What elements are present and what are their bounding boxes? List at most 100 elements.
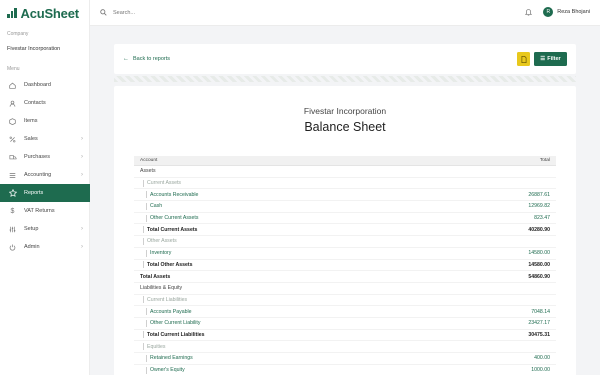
table-row[interactable]: Owner's Equity 1000.00 <box>134 365 556 375</box>
company-name[interactable]: Fivestar Incorporation <box>7 46 60 52</box>
app-logo[interactable]: AcuSheet <box>0 0 89 26</box>
indent-marker <box>143 226 144 234</box>
indent-marker <box>146 202 147 210</box>
sidebar-item-admin[interactable]: Admin › <box>0 238 90 256</box>
sidebar-item-reports[interactable]: Reports <box>0 184 90 202</box>
table-body: Assets Current Assets Accounts Receivable 2… <box>134 166 556 375</box>
row-label-text: Liabilities & Equity <box>140 285 183 292</box>
sidebar-item-dashboard[interactable]: Dashboard <box>0 76 90 94</box>
row-label-text: Total Current Assets <box>147 226 198 233</box>
sidebar-item-label: Contacts <box>24 100 46 106</box>
app-name: AcuSheet <box>20 5 80 21</box>
row-label-text: Other Current Liability <box>150 320 201 327</box>
chevron-right-icon: › <box>81 136 83 142</box>
table-row: Current Liabilities <box>134 295 556 307</box>
row-label-text: Accounts Receivable <box>150 191 199 198</box>
indent-marker <box>143 179 144 187</box>
export-document-button[interactable] <box>517 52 530 66</box>
row-label-text: Owner's Equity <box>150 367 185 374</box>
bell-icon[interactable] <box>524 8 533 18</box>
search-input[interactable] <box>113 9 233 16</box>
indent-marker <box>143 343 144 351</box>
box-icon <box>8 117 17 126</box>
row-label[interactable]: Other Current Assets <box>134 214 198 222</box>
dollar-icon: $ <box>10 207 15 215</box>
sidebar-item-contacts[interactable]: Contacts <box>0 94 90 112</box>
indent-marker <box>146 308 147 316</box>
row-label: Total Other Assets <box>134 261 193 269</box>
report-toolbar: ← Back to reports ☰ Filter <box>114 44 576 74</box>
column-account: Account <box>140 158 158 163</box>
document-icon <box>521 55 526 63</box>
truck-icon <box>8 153 17 162</box>
user-name: Reza Bhojani <box>557 9 590 15</box>
sidebar-item-vat-returns[interactable]: $ VAT Returns <box>0 202 90 220</box>
sliders-icon <box>8 225 17 234</box>
indent-marker <box>146 191 147 199</box>
home-icon <box>8 81 17 90</box>
filter-button[interactable]: ☰ Filter <box>534 52 567 66</box>
row-value: 823.47 <box>534 215 550 222</box>
menu-label: Menu <box>7 66 20 72</box>
table-row[interactable]: Other Current Liability 23427.17 <box>134 318 556 330</box>
table-row: Other Assets <box>134 236 556 248</box>
row-value: 30475.31 <box>528 331 550 338</box>
row-label[interactable]: Owner's Equity <box>134 366 185 374</box>
row-label[interactable]: Other Current Liability <box>134 319 201 327</box>
row-label[interactable]: Accounts Payable <box>134 308 192 316</box>
row-label-text: Retained Earnings <box>150 355 193 362</box>
company-label: Company <box>7 31 29 37</box>
table-row: Total Current Liabilities 30475.31 <box>134 330 556 342</box>
table-row[interactable]: Retained Earnings 400.00 <box>134 353 556 365</box>
table-row[interactable]: Other Current Assets 823.47 <box>134 213 556 225</box>
table-row[interactable]: Cash 12969.82 <box>134 201 556 213</box>
search-box[interactable] <box>100 9 233 16</box>
row-label[interactable]: Retained Earnings <box>134 354 193 362</box>
row-label[interactable]: Accounts Receivable <box>134 191 199 199</box>
sidebar-item-label: Reports <box>24 190 44 196</box>
table-row[interactable]: Accounts Payable 7048.14 <box>134 306 556 318</box>
sidebar-nav: Dashboard Contacts Items Sales › Purchases › Ac… <box>0 76 90 256</box>
row-label: Total Assets <box>134 274 170 280</box>
row-label: Total Current Liabilities <box>134 331 205 339</box>
sidebar-item-accounting[interactable]: Accounting › <box>0 166 90 184</box>
indent-marker <box>146 249 147 257</box>
indent-marker <box>143 261 144 269</box>
row-label[interactable]: Inventory <box>134 249 172 257</box>
report-title: Balance Sheet <box>304 120 386 134</box>
table-row: Current Assets <box>134 178 556 190</box>
sidebar-item-setup[interactable]: Setup › <box>0 220 90 238</box>
logo-icon <box>7 8 17 18</box>
table-row: Total Other Assets 14580.00 <box>134 260 556 272</box>
indent-marker <box>146 319 147 327</box>
indent-marker <box>146 214 147 222</box>
table-row: Equities <box>134 341 556 353</box>
row-label: Liabilities & Equity <box>134 285 182 291</box>
indent-marker <box>143 296 144 304</box>
back-to-reports-link[interactable]: ← Back to reports <box>123 56 170 62</box>
row-label: Current Assets <box>134 179 181 187</box>
indent-marker <box>146 366 147 374</box>
row-value: 14580.00 <box>528 261 550 268</box>
sidebar-item-items[interactable]: Items <box>0 112 90 130</box>
row-label[interactable]: Cash <box>134 202 162 210</box>
row-value: 40280.90 <box>528 226 550 233</box>
row-value: 1000.00 <box>531 367 550 374</box>
row-label-text: Total Current Liabilities <box>147 331 205 338</box>
row-label-text: Inventory <box>150 250 172 257</box>
row-value: 7048.14 <box>531 308 550 315</box>
table-row[interactable]: Inventory 14580.00 <box>134 248 556 260</box>
row-label: Current Liabilities <box>134 296 187 304</box>
indent-marker <box>143 331 144 339</box>
chevron-right-icon: › <box>81 244 83 250</box>
sidebar-item-sales[interactable]: Sales › <box>0 130 90 148</box>
divider <box>114 76 576 82</box>
sidebar-item-purchases[interactable]: Purchases › <box>0 148 90 166</box>
user-menu[interactable]: R Reza Bhojani <box>543 7 590 17</box>
row-value: 400.00 <box>534 355 550 362</box>
indent-marker <box>143 237 144 245</box>
row-label-text: Assets <box>140 168 156 175</box>
table-row[interactable]: Accounts Receivable 26887.61 <box>134 189 556 202</box>
filter-icon: ☰ <box>540 56 546 62</box>
row-label: Other Assets <box>134 237 177 245</box>
